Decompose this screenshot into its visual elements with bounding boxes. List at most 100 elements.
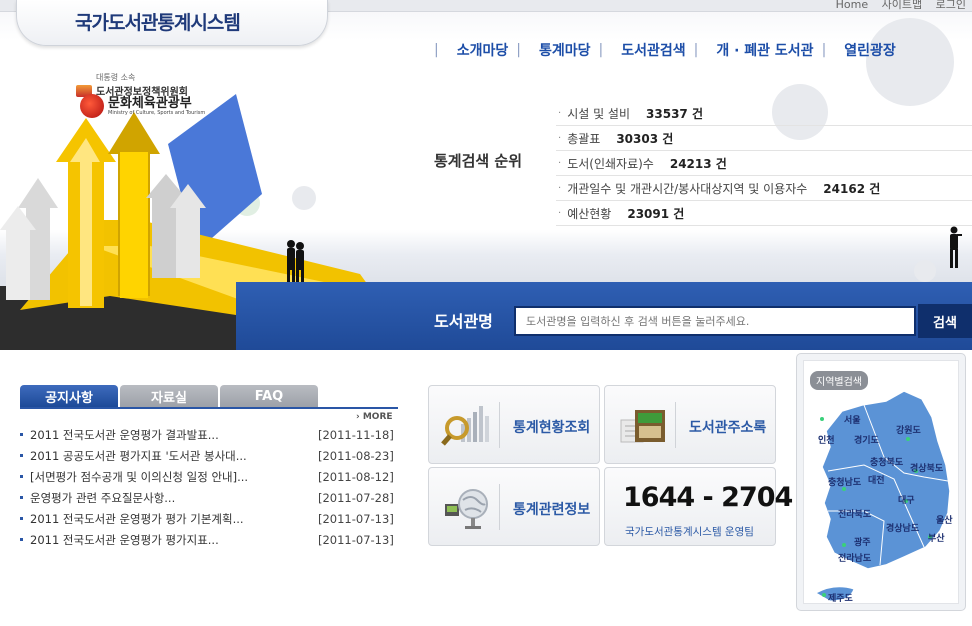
notice-date: [2011-07-28]: [318, 490, 394, 505]
ranking-count: 23091 건: [627, 206, 685, 221]
utility-links: Home 사이트맵 로그인: [826, 0, 966, 12]
region-chungbuk[interactable]: 충청북도: [870, 455, 903, 468]
site-logo[interactable]: 국가도서관통계시스템: [16, 0, 328, 46]
ranking-list: · 시설 및 설비 33537 건 · 총괄표 30303 건 · 도서(인쇄자료)수 24…: [556, 101, 972, 226]
bullet: ·: [558, 207, 562, 219]
region-busan[interactable]: 부산: [928, 531, 945, 544]
address-book-label: 도서관주소록: [689, 420, 767, 436]
divider: [499, 484, 500, 530]
region-gyeongbuk[interactable]: 경상북도: [910, 461, 943, 474]
notice-date: [2011-08-23]: [318, 448, 394, 463]
ranking-title: 통계검색 순위: [434, 152, 523, 170]
ranking-item[interactable]: · 예산현황 23091 건: [556, 201, 972, 226]
notice-title[interactable]: 2011 전국도서관 운영평가 평가 기본계획...: [30, 511, 300, 527]
divider: [499, 402, 500, 448]
region-jeonbuk[interactable]: 전라북도: [838, 507, 871, 520]
contact-box: 1644 - 2704 국가도서관통계시스템 운영팀: [604, 467, 793, 546]
stats-info-button[interactable]: 통계관련정보: [428, 467, 600, 546]
site-title: 국가도서관통계시스템: [75, 12, 241, 34]
bullet: ·: [558, 132, 562, 144]
bullet: [20, 517, 23, 520]
address-book-button[interactable]: 도서관주소록: [604, 385, 776, 464]
nav-separator: |: [821, 42, 827, 58]
ranking-item[interactable]: · 시설 및 설비 33537 건: [556, 101, 972, 126]
phone-number: 1644 - 2704: [623, 482, 793, 513]
stats-info-label: 통계관련정보: [513, 502, 591, 518]
ranking-count: 30303 건: [616, 131, 674, 146]
nav-item-open-close-libraries[interactable]: 개 · 폐관 도서관: [716, 40, 813, 60]
region-chungnam[interactable]: 충청남도: [828, 475, 861, 488]
list-item: 2011 전국도서관 운영평가 평가지표... [2011-07-13]: [20, 529, 400, 550]
util-link-login[interactable]: 로그인: [936, 0, 966, 11]
tab-archive[interactable]: 자료실: [120, 385, 218, 407]
notice-title[interactable]: 2011 공공도서관 평가지표 '도서관 봉사대...: [30, 448, 300, 464]
nav-separator: |: [598, 42, 604, 58]
tab-notice[interactable]: 공지사항: [20, 385, 118, 407]
tab-faq[interactable]: FAQ: [220, 385, 318, 407]
committee-sub-label: 대통령 소속: [96, 73, 136, 82]
region-seoul[interactable]: 서울: [844, 413, 861, 426]
magnifier-chart-icon: [441, 406, 489, 446]
ranking-count: 33537 건: [646, 106, 704, 121]
notice-title[interactable]: 2011 전국도서관 운영평가 결과발표...: [30, 427, 300, 443]
bullet: [20, 538, 23, 541]
region-gangwon[interactable]: 강원도: [896, 423, 921, 436]
region-gwangju[interactable]: 광주: [854, 535, 871, 548]
regional-search-map: 지역별검색 서울 인천 경기도 강원도 충청북도 충청남도 대전 경상북도 대구…: [796, 353, 966, 611]
notice-title[interactable]: 2011 전국도서관 운영평가 평가지표...: [30, 532, 300, 548]
ranking-item[interactable]: · 도서(인쇄자료)수 24213 건: [556, 151, 972, 176]
library-search-input[interactable]: [514, 306, 916, 336]
util-link-sitemap[interactable]: 사이트맵: [882, 0, 922, 11]
tab-underline: [20, 407, 398, 409]
ranking-label: 총괄표: [567, 131, 601, 146]
region-daejeon[interactable]: 대전: [868, 473, 885, 486]
nav-item-statistics[interactable]: 통계마당: [539, 40, 591, 60]
region-jeonnam[interactable]: 전라남도: [838, 551, 871, 564]
notice-title[interactable]: 운영평가 관련 주요질문사항...: [30, 490, 300, 506]
region-gyeonggi[interactable]: 경기도: [854, 433, 879, 446]
more-link[interactable]: › MORE: [356, 412, 393, 422]
search-label: 도서관명: [434, 312, 493, 331]
region-jeju[interactable]: 제주도: [828, 591, 853, 604]
region-gyeongnam[interactable]: 경상남도: [886, 521, 919, 534]
nav-item-open-square[interactable]: 열린광장: [844, 40, 896, 60]
list-item: 2011 전국도서관 운영평가 평가 기본계획... [2011-07-13]: [20, 508, 400, 529]
stats-lookup-button[interactable]: 통계현황조회: [428, 385, 600, 464]
hero-banner: Home 사이트맵 로그인 대통령 소속 도서관정보정책위원회 문화체육관광부 …: [0, 0, 972, 350]
bullet: [20, 454, 23, 457]
list-item: 2011 공공도서관 평가지표 '도서관 봉사대... [2011-08-23]: [20, 445, 400, 466]
nav-item-intro[interactable]: 소개마당: [457, 40, 509, 60]
notice-date: [2011-07-13]: [318, 532, 394, 547]
list-item: [서면평가 점수공개 및 이의신청 일정 안내]... [2011-08-12]: [20, 466, 400, 487]
decor-circle: [866, 18, 954, 106]
bullet: [20, 475, 23, 478]
ministry-name: 문화체육관광부: [108, 95, 192, 111]
ranking-label: 예산현황: [567, 206, 612, 221]
util-link-home[interactable]: Home: [836, 0, 868, 11]
nav-item-library-search[interactable]: 도서관검색: [621, 40, 685, 60]
notice-list: 2011 전국도서관 운영평가 결과발표... [2011-11-18] 2011…: [20, 424, 400, 550]
region-ulsan[interactable]: 울산: [936, 513, 953, 526]
main-navigation: | 소개마당 | 통계마당 | 도서관검색 | 개 · 폐관 도서관 | 열린광…: [430, 40, 900, 60]
stats-lookup-label: 통계현황조회: [513, 420, 591, 436]
region-daegu[interactable]: 대구: [898, 493, 915, 506]
ranking-label: 도서(인쇄자료)수: [567, 156, 654, 171]
region-incheon[interactable]: 인천: [818, 433, 835, 446]
list-item: 2011 전국도서관 운영평가 결과발표... [2011-11-18]: [20, 424, 400, 445]
ranking-count: 24162 건: [823, 181, 881, 196]
person-silhouette: [950, 226, 962, 268]
notice-date: [2011-07-13]: [318, 511, 394, 526]
bullet: ·: [558, 107, 562, 119]
ranking-item[interactable]: · 총괄표 30303 건: [556, 126, 972, 151]
notice-title[interactable]: [서면평가 점수공개 및 이의신청 일정 안내]...: [30, 469, 300, 485]
nav-separator: |: [434, 42, 439, 58]
ministry-name-en: Ministry of Culture, Sports and Tourism: [108, 109, 206, 116]
ranking-label: 시설 및 설비: [567, 106, 631, 121]
decor-circle: [914, 260, 936, 282]
divider: [675, 402, 676, 448]
bullet: ·: [558, 157, 562, 169]
nav-separator: |: [693, 42, 699, 58]
nav-separator: |: [516, 42, 521, 58]
search-button[interactable]: 검색: [918, 304, 972, 338]
ranking-item[interactable]: · 개관일수 및 개관시간/봉사대상지역 및 이용자수 24162 건: [556, 176, 972, 201]
